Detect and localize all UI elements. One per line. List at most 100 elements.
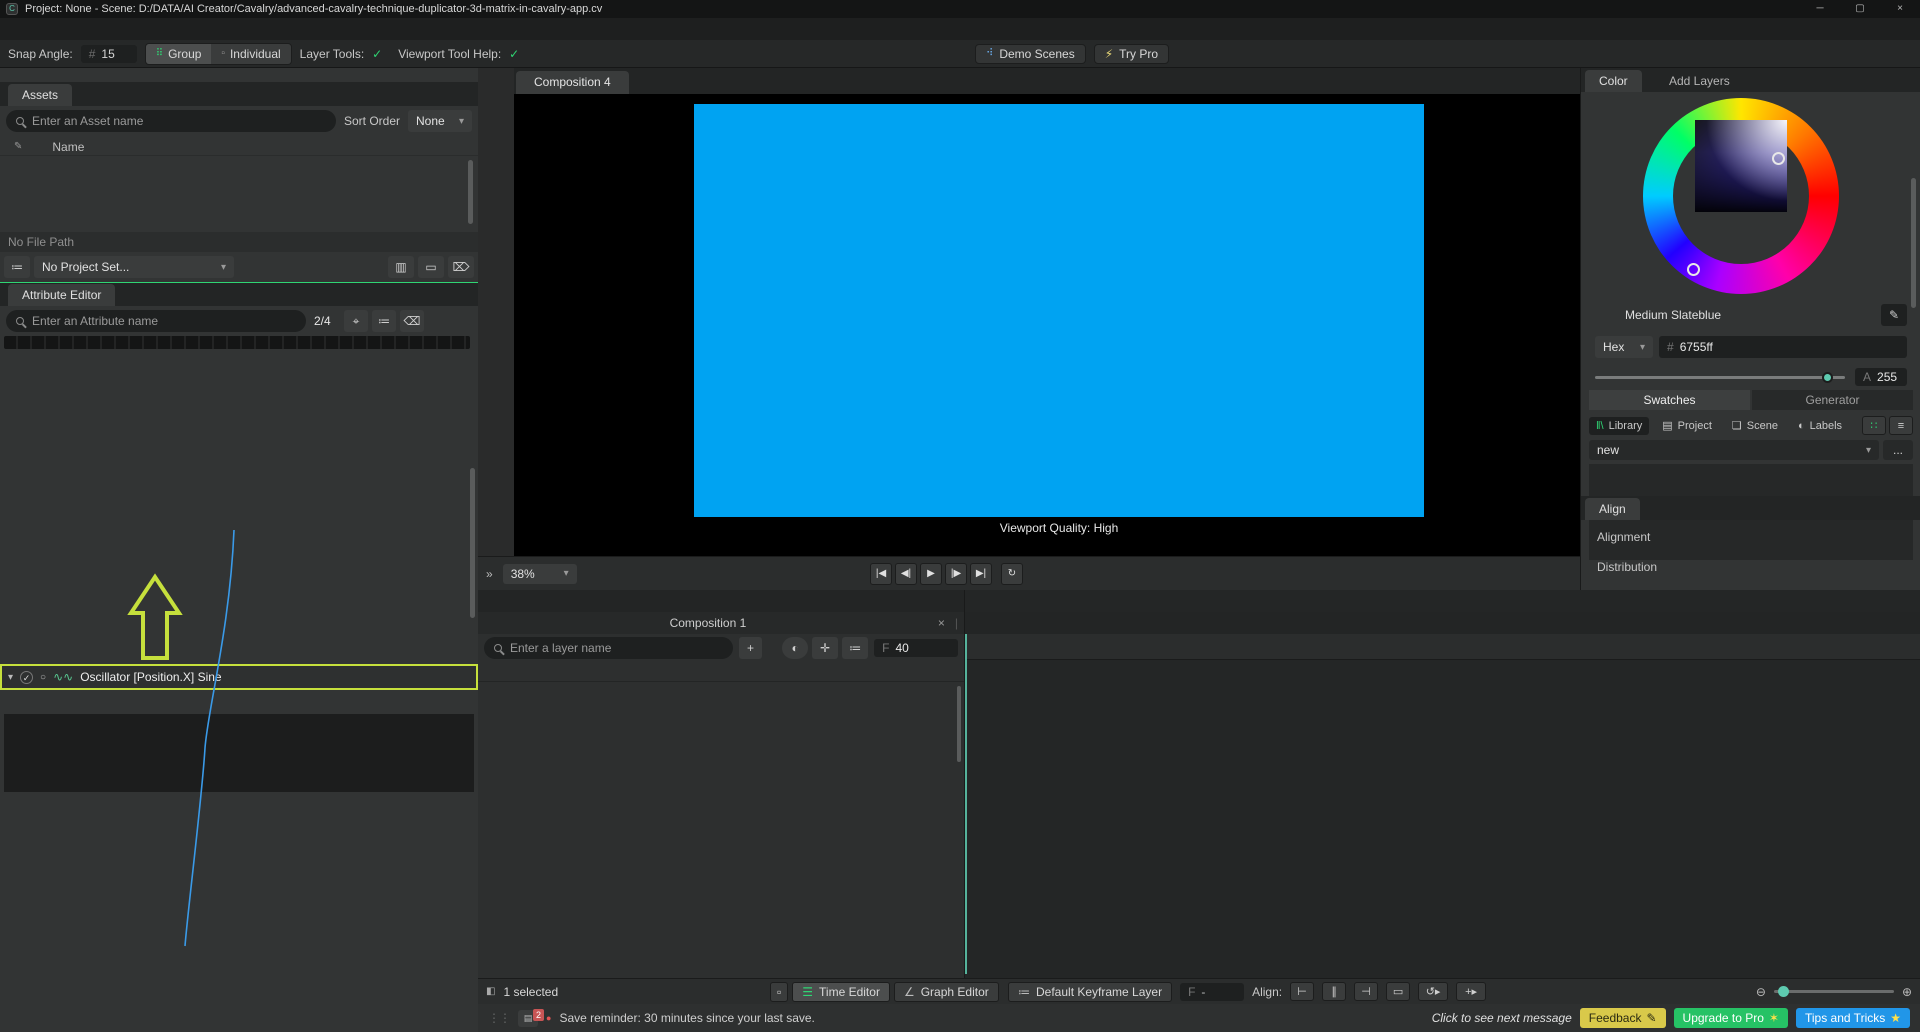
alpha-field[interactable]: A 255: [1855, 368, 1907, 386]
asset-search-input[interactable]: Enter an Asset name: [6, 110, 336, 132]
composition-canvas[interactable]: [694, 104, 1424, 517]
onion-skin-button[interactable]: ◐: [782, 637, 809, 659]
composition-1-tab[interactable]: Composition 1 × |: [478, 612, 964, 634]
tab-generator[interactable]: Generator: [1752, 390, 1913, 410]
snap-angle-field[interactable]: # 15: [80, 44, 137, 63]
playhead-line[interactable]: [965, 634, 967, 974]
frame-field[interactable]: F 40: [874, 639, 958, 657]
layers-scrollbar[interactable]: [957, 686, 961, 762]
individual-mode-button[interactable]: ▫ Individual: [211, 43, 291, 64]
collapse-icon[interactable]: ▾: [8, 672, 13, 683]
attribute-search-input[interactable]: Enter an Attribute name: [6, 310, 306, 332]
swatch-more-button[interactable]: ...: [1883, 440, 1913, 460]
group-mode-button[interactable]: ⠿ Group: [145, 43, 212, 64]
align-center-button[interactable]: ∥: [1322, 982, 1347, 1001]
pivot-button[interactable]: ✛: [812, 637, 839, 659]
align-box-button[interactable]: ▭: [1386, 982, 1411, 1001]
sv-handle[interactable]: [1772, 152, 1785, 165]
timeline-zoom-handle[interactable]: [1777, 986, 1789, 997]
solo-radio-icon[interactable]: ○: [40, 672, 46, 683]
viewport[interactable]: Viewport Quality: High: [514, 94, 1580, 556]
zoom-dropdown[interactable]: 38% ▾: [502, 563, 577, 584]
next-message-link[interactable]: Click to see next message: [1432, 1011, 1572, 1025]
alpha-slider-handle[interactable]: [1822, 371, 1833, 383]
library-button[interactable]: ‖\ Library: [1589, 416, 1650, 435]
messages-button[interactable]: ▤ 2: [518, 1008, 544, 1027]
close-button[interactable]: ×: [1880, 0, 1920, 18]
tab-assets[interactable]: Assets: [8, 84, 73, 106]
color-picker-button[interactable]: ✎: [1881, 304, 1907, 326]
hue-handle[interactable]: [1687, 263, 1700, 276]
hex-input[interactable]: # 6755ff: [1659, 336, 1907, 358]
annotation-arrow-up: [127, 573, 183, 660]
color-mode-dropdown[interactable]: Hex ▾: [1595, 336, 1653, 358]
prev-frame-button[interactable]: ◀|: [895, 562, 917, 585]
menubar: [0, 18, 1920, 40]
tab-add-layers[interactable]: Add Layers: [1659, 70, 1740, 92]
expand-tools-icon[interactable]: »: [486, 567, 493, 581]
scene-button[interactable]: ❏ Scene: [1725, 417, 1785, 435]
go-start-button[interactable]: |◀: [870, 562, 892, 585]
new-folder-button[interactable]: ▥: [388, 256, 414, 278]
footer-frame-field[interactable]: F -: [1180, 982, 1245, 1001]
enabled-check-icon[interactable]: ✓: [20, 670, 34, 684]
timeline-ruler[interactable]: [965, 634, 1920, 660]
list-view-button[interactable]: ≡: [1889, 416, 1913, 435]
tab-align[interactable]: Align: [1585, 498, 1640, 520]
project-set-dropdown[interactable]: No Project Set... ▾: [34, 256, 234, 278]
demo-scenes-button[interactable]: ⠺ Demo Scenes: [975, 43, 1086, 64]
layer-tools-check-icon[interactable]: ✓: [372, 47, 382, 61]
tab-attribute-editor[interactable]: Attribute Editor: [8, 284, 116, 306]
upgrade-pro-button[interactable]: Upgrade to Pro ✶: [1673, 1008, 1788, 1028]
align-right-button[interactable]: ⊣: [1354, 982, 1379, 1001]
go-end-button[interactable]: ▶|: [970, 562, 992, 585]
loop-button[interactable]: ↻: [1001, 562, 1023, 585]
viewport-help-check-icon[interactable]: ✓: [509, 47, 519, 61]
keyframe-strip[interactable]: [4, 336, 470, 349]
tab-swatches[interactable]: Swatches: [1589, 390, 1750, 410]
add-filter-button[interactable]: ≔: [372, 310, 396, 332]
feedback-button[interactable]: Feedback ✎: [1579, 1008, 1666, 1028]
project-button[interactable]: ▤ Project: [1655, 417, 1719, 435]
timeline-zoom-slider[interactable]: [1773, 986, 1894, 997]
scene-icon: ❏: [1731, 420, 1742, 432]
oscillator-header[interactable]: ▾ ✓ ○ ∿∿ Oscillator [Position.X] Sine ⇄ …: [0, 664, 1920, 1032]
attribute-scrollbar[interactable]: [470, 468, 475, 618]
zoom-in-icon[interactable]: ⊕: [1902, 985, 1912, 999]
close-tab-icon[interactable]: ×: [938, 616, 945, 630]
minimize-button[interactable]: ─: [1800, 0, 1840, 18]
next-frame-button[interactable]: |▶: [945, 562, 967, 585]
delete-asset-button[interactable]: ⌦: [448, 256, 474, 278]
current-color-swatch[interactable]: [1595, 305, 1615, 325]
pick-attribute-button[interactable]: ⌖: [344, 310, 368, 332]
sv-square[interactable]: [1695, 120, 1787, 212]
grid-view-button[interactable]: ∷: [1862, 416, 1886, 435]
keyframe-tool-button[interactable]: +▸: [1456, 982, 1487, 1001]
zoom-out-icon[interactable]: ⊖: [1756, 985, 1766, 999]
time-editor-button[interactable]: ☰ Time Editor: [792, 981, 890, 1002]
swatch-group-dropdown[interactable]: new ▾: [1589, 440, 1879, 460]
filter-layers-button[interactable]: ≔: [842, 637, 869, 659]
alpha-slider[interactable]: [1595, 371, 1845, 383]
color-scrollbar[interactable]: [1911, 178, 1916, 308]
tab-color[interactable]: Color: [1585, 70, 1642, 92]
tab-composition-4[interactable]: Composition 4: [516, 71, 629, 94]
try-pro-button[interactable]: ⚡ Try Pro: [1093, 43, 1170, 64]
play-button[interactable]: ▶: [920, 562, 942, 585]
add-layer-button[interactable]: +: [738, 637, 763, 659]
keyframe-layer-dropdown[interactable]: ≔ Default Keyframe Layer: [1008, 981, 1173, 1002]
hook-button[interactable]: ↺▸: [1418, 982, 1449, 1001]
clear-search-button[interactable]: ⌫: [400, 310, 424, 332]
new-composition-button[interactable]: ▭: [418, 256, 444, 278]
assets-scrollbar[interactable]: [468, 160, 473, 224]
project-set-icon-button[interactable]: ≔: [4, 256, 30, 278]
align-left-button[interactable]: ⊢: [1290, 982, 1315, 1001]
tips-tricks-button[interactable]: Tips and Tricks ★: [1795, 1008, 1910, 1028]
maximize-button[interactable]: ▢: [1840, 0, 1880, 18]
mini-view-button[interactable]: ▫: [770, 981, 789, 1002]
labels-button[interactable]: ◐ Labels: [1791, 417, 1849, 435]
sort-order-dropdown[interactable]: None ▾: [408, 110, 472, 132]
graph-editor-button[interactable]: ∠ Graph Editor: [893, 981, 999, 1002]
oscillator-graph[interactable]: [4, 714, 474, 792]
layer-search-input[interactable]: Enter a layer name: [484, 637, 733, 659]
